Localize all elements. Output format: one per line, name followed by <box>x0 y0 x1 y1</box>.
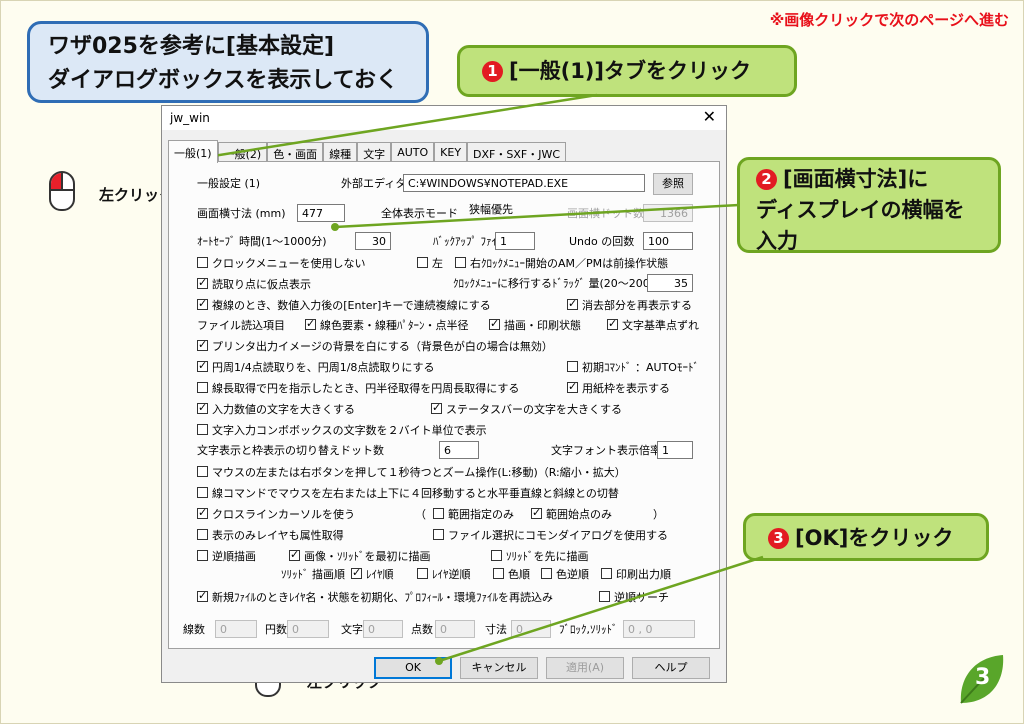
pointer-lines <box>203 93 764 665</box>
pointer-line-step-1 <box>206 93 598 159</box>
pointer-line-step-2 <box>334 203 740 229</box>
pointer-line-step-3 <box>438 555 764 663</box>
tab-general-1[interactable]: 一般(1) <box>168 140 218 163</box>
pointer-dot-step-2 <box>331 223 339 231</box>
page-number: 3 <box>975 665 991 690</box>
slide[interactable]: ※画像クリックで次のページへ進む ワザ025を参考に[基本設定] ダイアログボッ… <box>0 0 1024 724</box>
pointer-dot-step-3 <box>435 657 443 665</box>
page-number-badge: 3 <box>955 651 1007 709</box>
